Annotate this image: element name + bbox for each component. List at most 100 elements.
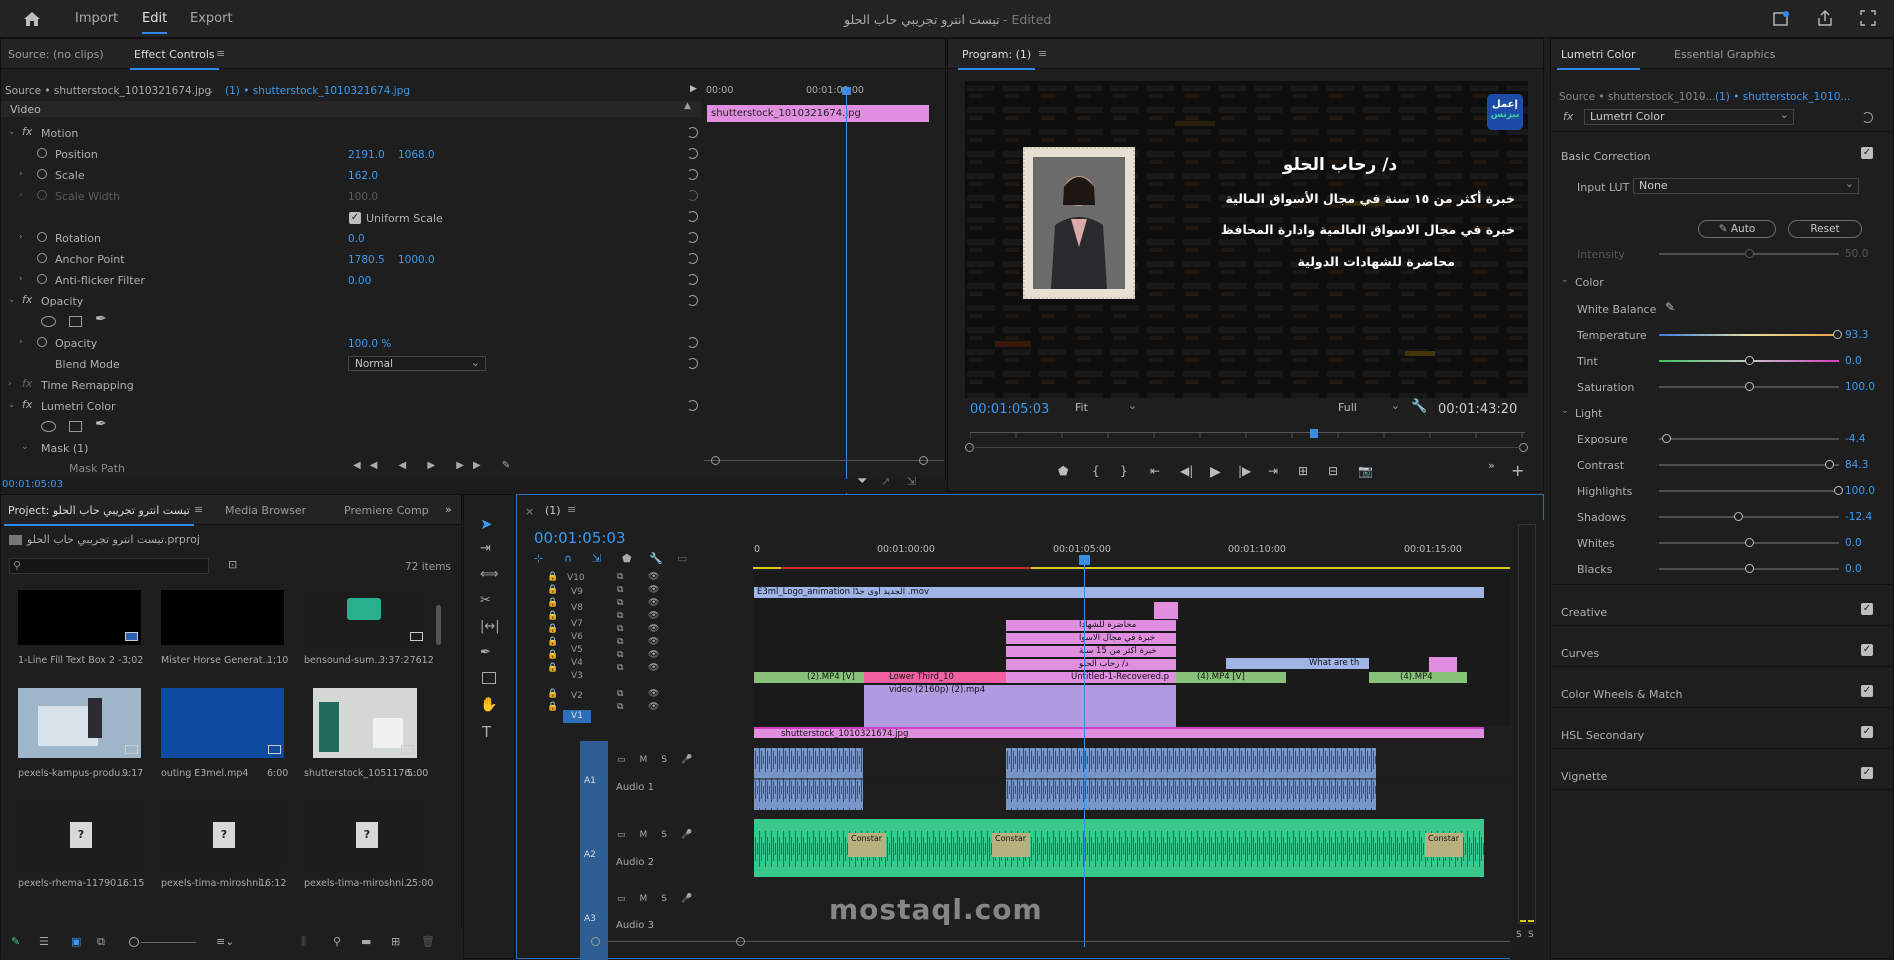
resolution-select[interactable]: Full ⌄ xyxy=(1338,399,1402,417)
scale-value[interactable]: 162.0 xyxy=(348,170,378,182)
step-back-icon[interactable]: ◀| xyxy=(1180,464,1193,478)
program-title[interactable]: Program: (1) xyxy=(957,48,1036,70)
track-label-v1[interactable]: V1 xyxy=(563,710,591,723)
more-tabs-icon[interactable]: » xyxy=(445,503,452,516)
collapse-opacity-chevron[interactable]: ⌄ xyxy=(8,295,16,305)
shadows-slider[interactable] xyxy=(1659,512,1839,521)
lift-icon[interactable]: ⊞ xyxy=(1298,464,1308,478)
rectangle-mask-icon[interactable] xyxy=(69,421,82,432)
uniform-scale-checkbox[interactable]: ✓ xyxy=(349,212,361,224)
solo-left[interactable]: S xyxy=(1516,930,1522,940)
lumetri-seq[interactable]: (1) • shutterstock_1010... xyxy=(1715,91,1850,103)
step-forward-icon[interactable]: |▶ xyxy=(1238,464,1251,478)
scroll-handle-left[interactable] xyxy=(711,456,720,465)
bin-thumbnail[interactable]: ? xyxy=(304,800,427,870)
effect-clip-bar[interactable]: shutterstock_1010321674.jpg xyxy=(707,105,929,122)
expand-remap-chevron[interactable]: › xyxy=(8,379,12,389)
captions-icon[interactable]: ▭ xyxy=(677,552,687,565)
project-search-input[interactable]: ⚲ xyxy=(9,558,209,574)
clip-v3-d[interactable]: (4).MP4 [V] xyxy=(1176,672,1286,683)
clip-v3-b[interactable]: Lower Third_10 xyxy=(864,672,1006,683)
transition-constant[interactable]: Constar xyxy=(992,833,1030,857)
clip-v1[interactable]: shutterstock_1010321674.jpg xyxy=(754,727,1484,738)
ec-playhead[interactable] xyxy=(846,89,847,494)
scroll-handle-right[interactable] xyxy=(919,456,928,465)
clip-v3-f[interactable]: (4).MP4 xyxy=(1369,672,1467,683)
slider-knob[interactable] xyxy=(1745,538,1754,547)
scroll-handle-right[interactable] xyxy=(736,937,745,946)
shadows-value[interactable]: -12.4 xyxy=(1845,511,1872,523)
color-wheels-checkbox[interactable]: ✓ xyxy=(1861,685,1873,697)
slider-knob[interactable] xyxy=(1745,356,1754,365)
collapse-motion-chevron[interactable]: ⌄ xyxy=(8,127,16,137)
share-icon[interactable] xyxy=(1817,10,1833,26)
add-button-icon[interactable]: + xyxy=(1511,461,1524,480)
contrast-value[interactable]: 84.3 xyxy=(1845,459,1868,471)
expand-opacity-chevron[interactable]: › xyxy=(19,337,23,347)
tab-lumetri[interactable]: Lumetri Color xyxy=(1557,48,1639,70)
slider-knob[interactable] xyxy=(1662,434,1671,443)
panel-menu-icon[interactable]: ≡ xyxy=(194,503,203,516)
program-playhead[interactable] xyxy=(1310,429,1318,438)
reset-icon[interactable] xyxy=(687,127,698,138)
fullscreen-icon[interactable] xyxy=(1860,10,1876,26)
input-lut-select[interactable]: None ⌄ xyxy=(1633,177,1859,194)
timeline-playhead-handle[interactable] xyxy=(1079,555,1090,565)
panel-menu-icon[interactable]: ≡ xyxy=(1038,47,1047,60)
basic-correction-checkbox[interactable]: ✓ xyxy=(1861,147,1873,159)
expand-rotation-chevron[interactable]: › xyxy=(19,232,23,242)
icon-view-icon[interactable]: ▣ xyxy=(71,935,81,948)
more-controls-icon[interactable]: » xyxy=(1488,459,1495,472)
export-frame-icon[interactable]: 📷 xyxy=(1358,464,1373,478)
chevron-down-icon[interactable]: ⌄ xyxy=(1699,91,1707,101)
transition-constant[interactable]: Constar xyxy=(1425,833,1463,857)
temperature-value[interactable]: 93.3 xyxy=(1845,329,1868,341)
clip-v8[interactable] xyxy=(1154,602,1178,619)
track-select-icon[interactable]: ⇥ xyxy=(480,541,491,556)
bin-thumbnail[interactable] xyxy=(161,590,284,645)
collapse-mask-chevron[interactable]: ⌄ xyxy=(21,442,29,452)
edit-tab[interactable]: Edit xyxy=(142,11,168,34)
new-item-icon[interactable]: ⊞ xyxy=(391,935,400,948)
mark-in-icon[interactable]: { xyxy=(1092,464,1100,478)
reset-icon[interactable] xyxy=(687,295,698,306)
snap-icon[interactable]: ∩ xyxy=(564,552,572,565)
find-icon[interactable]: ⚲ xyxy=(333,935,341,948)
curves-label[interactable]: Curves xyxy=(1561,647,1599,660)
video-frame[interactable]: د/ رحاب الحلو خبرة أكثر من ١٥ سنة في مجا… xyxy=(965,81,1528,398)
a1-controls[interactable]: ▭MS🎤 xyxy=(617,755,747,765)
new-bin-icon[interactable]: ⊡ xyxy=(228,558,237,571)
play-triangle-icon[interactable]: ▶ xyxy=(690,84,697,94)
clip-v4[interactable]: د/ رحاب الحلو xyxy=(1006,659,1176,670)
razor-tool-icon[interactable]: ✂ xyxy=(480,593,491,608)
reset-icon[interactable] xyxy=(687,400,698,411)
pen-mask-icon[interactable]: ✒ xyxy=(95,311,107,327)
rectangle-mask-icon[interactable] xyxy=(69,316,82,327)
toggle-sync-lock-column[interactable]: ⧉ ⧉ ⧉ ⧉ ⧉ ⧉ ⧉ ⧉ ⧉ ⧉ xyxy=(617,571,647,726)
tab-essential-graphics[interactable]: Essential Graphics xyxy=(1674,48,1775,61)
clip-v3-c[interactable]: Untitled-1-Recovered.p xyxy=(1006,672,1176,683)
blacks-slider[interactable] xyxy=(1659,564,1839,573)
automate-icon[interactable]: ⫼ xyxy=(301,935,306,949)
blacks-value[interactable]: 0.0 xyxy=(1845,563,1862,575)
scroll-up-icon[interactable]: ▲ xyxy=(684,101,691,111)
trash-icon[interactable]: 🗑 xyxy=(421,935,435,948)
transition-constant[interactable]: Constar xyxy=(848,833,886,857)
flicker-value[interactable]: 0.00 xyxy=(348,275,371,287)
type-tool-icon[interactable]: T xyxy=(482,723,491,741)
collapse-light-chevron[interactable]: ⌄ xyxy=(1561,406,1569,416)
slip-tool-icon[interactable]: |↔| xyxy=(480,619,500,634)
ripple-edit-icon[interactable]: ⟺ xyxy=(480,567,499,582)
clip-v7[interactable]: محاضرة للشهادا xyxy=(1006,620,1176,631)
anchor-y[interactable]: 1000.0 xyxy=(398,254,435,266)
curves-checkbox[interactable]: ✓ xyxy=(1861,644,1873,656)
exposure-slider[interactable] xyxy=(1659,434,1839,443)
scroll-handle-left[interactable] xyxy=(591,937,600,946)
ellipse-mask-icon[interactable] xyxy=(41,421,56,432)
play-icon[interactable]: ▶ xyxy=(1210,464,1221,480)
panel-menu-icon[interactable]: ≡ xyxy=(567,503,576,516)
import-tab[interactable]: Import xyxy=(75,11,118,26)
bin-thumbnail[interactable]: ? xyxy=(161,800,284,870)
reset-button[interactable]: Reset xyxy=(1788,220,1862,238)
clip-v5[interactable]: خبرة أكثر من 15 سنة xyxy=(1006,646,1176,657)
